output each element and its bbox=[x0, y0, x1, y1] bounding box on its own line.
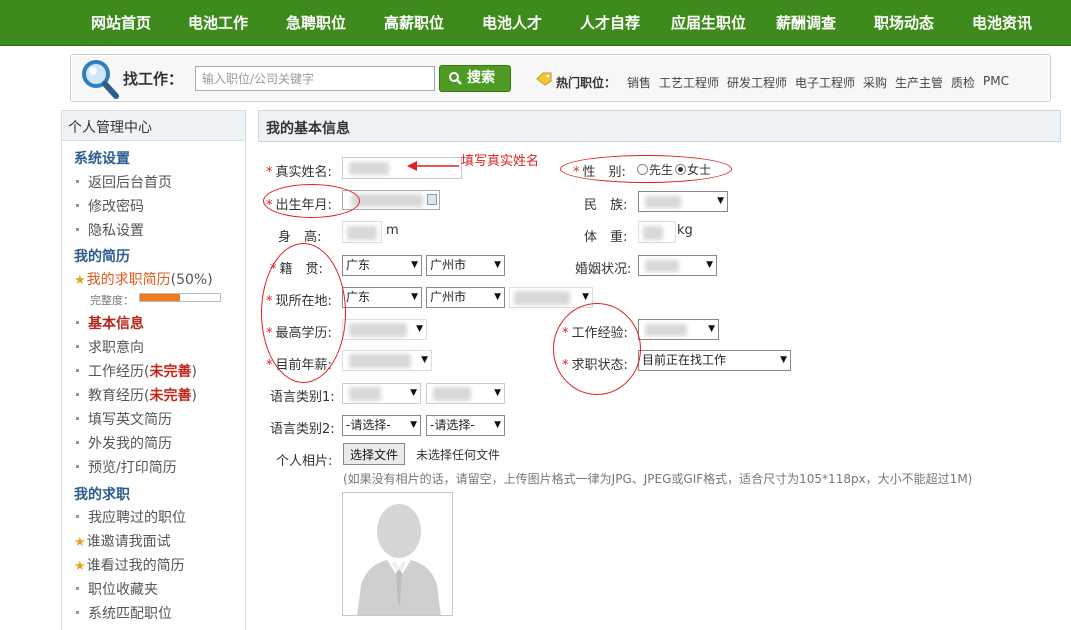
hot-jobs-label: 热门职位： bbox=[556, 76, 617, 90]
language2-level-select[interactable]: -请选择- ▼ bbox=[426, 415, 505, 436]
search-label: 找工作： bbox=[123, 70, 184, 88]
avatar-silhouette-icon bbox=[343, 493, 452, 615]
top-nav: 网站首页 电池工作 急聘职位 高薪职位 电池人才 人才自荐 应届生职位 薪酬调查… bbox=[0, 0, 1071, 46]
sidebar-item-favorites[interactable]: 职位收藏夹 bbox=[76, 579, 158, 599]
magnifier-icon bbox=[82, 60, 119, 99]
language2-type-select[interactable]: -请选择- ▼ bbox=[342, 415, 421, 436]
location-district-select[interactable]: ▼ bbox=[509, 287, 593, 308]
nav-salary-survey[interactable]: 薪酬调查 bbox=[776, 0, 836, 46]
sidebar-item-back-home[interactable]: 返回后台首页 bbox=[76, 172, 172, 192]
weight-label: 体 重: bbox=[584, 230, 628, 245]
search-input[interactable] bbox=[195, 66, 435, 91]
native-province-select[interactable]: 广东 ▼ bbox=[342, 255, 422, 276]
language2-label: 语言类别2: bbox=[270, 422, 335, 437]
salary-select[interactable]: ▼ bbox=[342, 350, 432, 371]
height-field[interactable] bbox=[342, 221, 382, 243]
native-city-select[interactable]: 广州市 ▼ bbox=[426, 255, 505, 276]
sidebar-item-send-resume[interactable]: 外发我的简历 bbox=[76, 433, 172, 453]
language1-level-select[interactable]: ▼ bbox=[426, 383, 505, 404]
star-icon: ★ bbox=[74, 535, 86, 550]
sidebar-item-my-resume[interactable]: ★我的求职简历(50%) bbox=[74, 269, 213, 289]
sidebar-section-resume: 我的简历 bbox=[74, 249, 130, 265]
experience-select[interactable]: ▼ bbox=[638, 319, 719, 340]
sidebar-item-english-resume[interactable]: 填写英文简历 bbox=[76, 409, 172, 429]
nav-urgent-jobs[interactable]: 急聘职位 bbox=[286, 0, 346, 46]
sidebar-item-change-password[interactable]: 修改密码 bbox=[76, 196, 144, 216]
hot-job-link[interactable]: 质检 bbox=[951, 74, 975, 91]
form-header: 我的基本信息 bbox=[258, 110, 1061, 142]
marital-select[interactable]: ▼ bbox=[638, 255, 717, 276]
hot-job-link[interactable]: PMC bbox=[983, 74, 1009, 88]
incomplete-badge: 未完善 bbox=[149, 388, 192, 404]
file-status: 未选择任何文件 bbox=[416, 448, 501, 462]
star-icon: ★ bbox=[74, 273, 86, 288]
completeness-bar bbox=[139, 293, 221, 302]
incomplete-badge: 未完善 bbox=[149, 364, 192, 380]
sidebar-item-applied-jobs[interactable]: 我应聘过的职位 bbox=[76, 507, 186, 527]
annotation-text: 填写真实姓名 bbox=[461, 154, 540, 169]
hot-job-link[interactable]: 研发工程师 bbox=[727, 74, 787, 91]
language1-type-select[interactable]: ▼ bbox=[342, 383, 421, 404]
choose-file-button[interactable]: 选择文件 bbox=[343, 443, 406, 465]
sidebar-item-privacy[interactable]: 隐私设置 bbox=[76, 220, 144, 240]
sidebar-item-preview-print[interactable]: 预览/打印简历 bbox=[76, 457, 177, 477]
nav-self-recommend[interactable]: 人才自荐 bbox=[580, 0, 640, 46]
avatar-placeholder bbox=[342, 492, 453, 616]
hot-job-link[interactable]: 销售 bbox=[627, 74, 651, 91]
sidebar: 个人管理中心 系统设置 返回后台首页 修改密码 隐私设置 我的简历 ★我的求职简… bbox=[61, 110, 246, 630]
sidebar-item-basic-info[interactable]: 基本信息 bbox=[76, 313, 144, 333]
nav-battery-jobs[interactable]: 电池工作 bbox=[188, 0, 248, 46]
ethnic-label: 民 族: bbox=[584, 198, 628, 213]
height-label: 身 高: bbox=[278, 230, 322, 245]
sidebar-item-education[interactable]: 教育经历(未完善) bbox=[76, 385, 197, 405]
language1-label: 语言类别1: bbox=[270, 390, 335, 405]
nav-graduate-jobs[interactable]: 应届生职位 bbox=[671, 0, 746, 46]
photo-hint: (如果没有相片的话，请留空，上传图片格式一律为JPG、JPEG或GIF格式，适合… bbox=[343, 472, 973, 486]
sidebar-item-job-intent[interactable]: 求职意向 bbox=[76, 337, 144, 357]
tag-icon bbox=[536, 72, 552, 86]
weight-unit: kg bbox=[677, 223, 693, 238]
annotation-circle bbox=[553, 303, 641, 395]
height-unit: m bbox=[386, 223, 399, 238]
hot-job-link[interactable]: 生产主管 bbox=[895, 74, 943, 91]
sidebar-item-matched-jobs[interactable]: 系统匹配职位 bbox=[76, 603, 172, 623]
arrow-annotation-icon bbox=[407, 161, 459, 171]
sidebar-item-work-history[interactable]: 工作经历(未完善) bbox=[76, 361, 197, 381]
star-icon: ★ bbox=[74, 559, 86, 574]
location-city-select[interactable]: 广州市 ▼ bbox=[426, 287, 505, 308]
status-select[interactable]: 目前正在找工作 ▼ bbox=[638, 350, 791, 371]
weight-field[interactable] bbox=[638, 221, 676, 243]
search-icon bbox=[449, 72, 462, 85]
annotation-circle bbox=[560, 155, 732, 183]
sidebar-item-interview-invites[interactable]: ★谁邀请我面试 bbox=[74, 531, 171, 551]
name-label: * 真实姓名: bbox=[266, 165, 332, 180]
education-select[interactable]: ▼ bbox=[342, 319, 427, 340]
nav-battery-talent[interactable]: 电池人才 bbox=[482, 0, 542, 46]
nav-home[interactable]: 网站首页 bbox=[91, 0, 151, 46]
sidebar-item-resume-viewers[interactable]: ★谁看过我的简历 bbox=[74, 555, 185, 575]
nav-career-news[interactable]: 职场动态 bbox=[874, 0, 934, 46]
ethnic-select[interactable]: ▼ bbox=[638, 191, 728, 212]
nav-battery-news[interactable]: 电池资讯 bbox=[972, 0, 1032, 46]
hot-job-link[interactable]: 采购 bbox=[863, 74, 887, 91]
completeness-label: 完整度： bbox=[90, 294, 134, 307]
sidebar-title: 个人管理中心 bbox=[62, 111, 245, 141]
hot-job-link[interactable]: 工艺工程师 bbox=[659, 74, 719, 91]
calendar-icon[interactable] bbox=[427, 194, 437, 205]
search-button-label: 搜索 bbox=[467, 70, 495, 86]
search-button[interactable]: 搜索 bbox=[439, 65, 511, 92]
hot-job-link[interactable]: 电子工程师 bbox=[795, 74, 855, 91]
sidebar-section-job-search: 我的求职 bbox=[74, 487, 130, 503]
marital-label: 婚姻状况: bbox=[575, 262, 632, 277]
photo-label: 个人相片: bbox=[276, 454, 333, 469]
sidebar-section-settings: 系统设置 bbox=[74, 151, 130, 167]
annotation-circle bbox=[261, 243, 346, 383]
annotation-circle bbox=[263, 184, 360, 218]
location-province-select[interactable]: 广东 ▼ bbox=[342, 287, 422, 308]
nav-high-salary[interactable]: 高薪职位 bbox=[384, 0, 444, 46]
